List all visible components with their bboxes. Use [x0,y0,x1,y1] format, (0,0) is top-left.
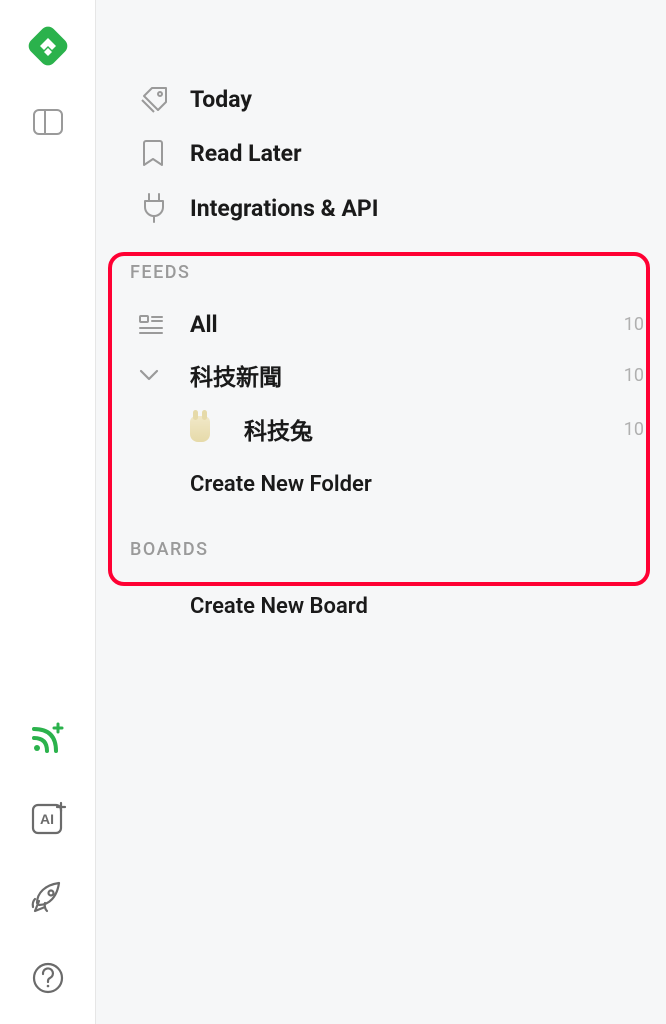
bookmark-icon [130,138,190,168]
feed-source[interactable]: 科技兔 10 [96,402,666,456]
feedly-logo[interactable] [26,24,70,68]
nav-integrations[interactable]: Integrations & API [96,180,666,236]
feed-source-label: 科技兔 [244,412,624,446]
main-panel: Today Read Later Integrations & API FEED… [96,0,666,1024]
ai-icon[interactable]: AI [26,796,70,840]
feed-source-count: 10 [624,419,644,440]
rail-bottom-group: AI [26,716,70,1000]
feeds-all-label: All [190,311,624,338]
feeds-all-count: 10 [624,314,644,335]
boards-section-header: BOARDS [96,513,666,578]
add-feed-icon[interactable] [26,716,70,760]
create-new-folder[interactable]: Create New Folder [96,456,666,513]
feeds-all[interactable]: All 10 [96,301,666,348]
nav-today-label: Today [190,86,252,113]
feed-favicon [190,416,244,442]
nav-read-later-label: Read Later [190,140,302,167]
sidebar-toggle-icon[interactable] [26,100,70,144]
chevron-down-icon [130,368,190,382]
all-feeds-icon [130,314,190,336]
feeds-folder[interactable]: 科技新聞 10 [96,348,666,402]
nav-read-later[interactable]: Read Later [96,126,666,180]
tag-icon [130,84,190,114]
feeds-folder-count: 10 [624,365,644,386]
create-new-board[interactable]: Create New Board [96,578,666,635]
rail-top-group [26,24,70,144]
nav-integrations-label: Integrations & API [190,195,378,222]
help-icon[interactable] [26,956,70,1000]
plug-icon [130,192,190,224]
svg-text:AI: AI [40,811,54,827]
feeds-section-header: FEEDS [96,236,666,301]
feeds-folder-label: 科技新聞 [190,358,624,392]
left-rail: AI [0,0,96,1024]
rocket-icon[interactable] [26,876,70,920]
nav-today[interactable]: Today [96,72,666,126]
